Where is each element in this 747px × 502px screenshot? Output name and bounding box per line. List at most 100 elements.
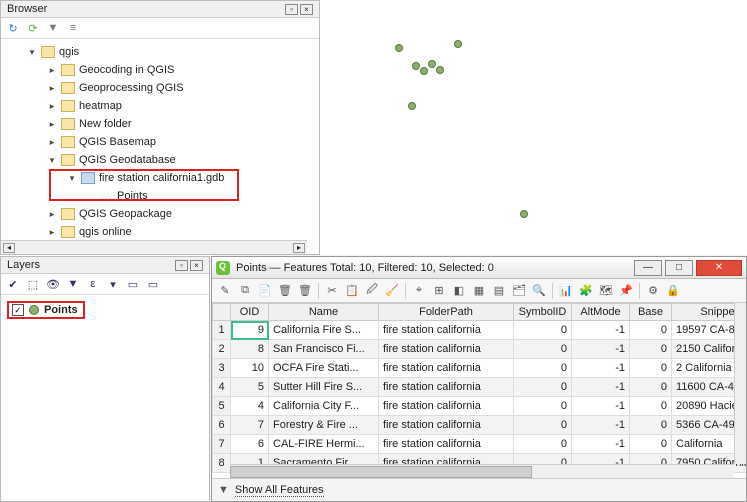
panel-close-button[interactable]: ×: [190, 260, 203, 271]
table-cell[interactable]: fire station california: [379, 359, 514, 378]
close-button[interactable]: ✕: [696, 260, 742, 276]
table-cell[interactable]: 8: [231, 340, 269, 359]
table-row[interactable]: 54California City F...fire station calif…: [213, 397, 747, 416]
table-row[interactable]: 28San Francisco Fi...fire station califo…: [213, 340, 747, 359]
toolbar-button[interactable]: 📌: [617, 282, 635, 300]
filter-icon[interactable]: ▼: [45, 20, 61, 36]
show-all-features-button[interactable]: Show All Features: [235, 484, 324, 497]
minimize-button[interactable]: —: [634, 260, 662, 276]
layer-item-points[interactable]: ✓ Points: [7, 301, 85, 319]
attribute-grid[interactable]: OIDNameFolderPathSymbolIDAltModeBaseSnip…: [212, 303, 746, 479]
column-header[interactable]: Name: [269, 304, 379, 321]
funnel-icon[interactable]: ▼: [218, 484, 229, 496]
tree-gdb[interactable]: fire station california1.gdb: [99, 169, 224, 187]
table-row[interactable]: 19California Fire S...fire station calif…: [213, 321, 747, 340]
toolbar-button[interactable]: ⬚: [25, 276, 41, 292]
toolbar-button[interactable]: ▭: [145, 276, 161, 292]
chevron-right-icon[interactable]: ▸: [47, 133, 57, 151]
table-cell[interactable]: -1: [572, 416, 630, 435]
refresh2-icon[interactable]: ⟳: [25, 20, 41, 36]
chevron-right-icon[interactable]: ▸: [47, 79, 57, 97]
table-cell[interactable]: fire station california: [379, 435, 514, 454]
toolbar-button[interactable]: ▾: [105, 276, 121, 292]
table-cell[interactable]: 0: [514, 359, 572, 378]
toolbar-button[interactable]: 🧹: [383, 282, 401, 300]
toolbar-button[interactable]: 📊: [557, 282, 575, 300]
column-header[interactable]: OID: [231, 304, 269, 321]
table-cell[interactable]: -1: [572, 397, 630, 416]
browser-h-scrollbar[interactable]: ◂ ▸: [1, 240, 307, 254]
table-cell[interactable]: 5: [231, 378, 269, 397]
tree-root[interactable]: qgis: [59, 43, 79, 61]
table-cell[interactable]: 6: [231, 435, 269, 454]
column-header[interactable]: Base: [630, 304, 672, 321]
table-cell[interactable]: 0: [630, 321, 672, 340]
table-cell[interactable]: Forestry & Fire ...: [269, 416, 379, 435]
map-point[interactable]: [395, 44, 403, 52]
table-cell[interactable]: San Francisco Fi...: [269, 340, 379, 359]
chevron-right-icon[interactable]: ▸: [47, 223, 57, 241]
toolbar-button[interactable]: ▤: [490, 282, 508, 300]
toolbar-button[interactable]: 🗑: [276, 282, 294, 300]
chevron-down-icon[interactable]: ▾: [67, 169, 77, 187]
table-cell[interactable]: 0: [514, 340, 572, 359]
map-point[interactable]: [412, 62, 420, 70]
map-canvas[interactable]: [320, 0, 747, 256]
chevron-right-icon[interactable]: ▸: [47, 97, 57, 115]
map-point[interactable]: [520, 210, 528, 218]
grid-v-scrollbar[interactable]: [734, 303, 746, 464]
toolbar-button[interactable]: 🖉: [363, 282, 381, 300]
tree-item[interactable]: Geocoding in QGIS: [79, 61, 174, 79]
chevron-right-icon[interactable]: ▸: [47, 115, 57, 133]
chevron-down-icon[interactable]: ▾: [47, 151, 57, 169]
table-cell[interactable]: 0: [514, 378, 572, 397]
scroll-right-icon[interactable]: ▸: [293, 243, 305, 253]
toolbar-button[interactable]: ⧉: [236, 282, 254, 300]
table-cell[interactable]: 0: [514, 321, 572, 340]
maximize-button[interactable]: □: [665, 260, 693, 276]
map-point[interactable]: [428, 60, 436, 68]
table-cell[interactable]: 10: [231, 359, 269, 378]
tree-item[interactable]: New folder: [79, 115, 132, 133]
panel-close-button[interactable]: ×: [300, 4, 313, 15]
tree-item[interactable]: QGIS Geopackage: [79, 205, 172, 223]
table-row[interactable]: 310OCFA Fire Stati...fire station califo…: [213, 359, 747, 378]
table-cell[interactable]: fire station california: [379, 397, 514, 416]
filter-icon[interactable]: ▼: [65, 276, 81, 292]
column-header[interactable]: AltMode: [572, 304, 630, 321]
scroll-left-icon[interactable]: ◂: [3, 243, 15, 253]
toolbar-button[interactable]: 📋: [343, 282, 361, 300]
table-cell[interactable]: 0: [630, 359, 672, 378]
toolbar-button[interactable]: 🗑: [296, 282, 314, 300]
toolbar-button[interactable]: ⊞: [430, 282, 448, 300]
tree-gdb-child[interactable]: Points: [117, 187, 148, 205]
tree-item[interactable]: qgis online: [79, 223, 132, 241]
table-cell[interactable]: fire station california: [379, 321, 514, 340]
tree-item[interactable]: Geoprocessing QGIS: [79, 79, 184, 97]
map-point[interactable]: [436, 66, 444, 74]
toolbar-button[interactable]: 🧩: [577, 282, 595, 300]
map-point[interactable]: [420, 67, 428, 75]
table-cell[interactable]: -1: [572, 359, 630, 378]
toolbar-button[interactable]: 🗺: [597, 282, 615, 300]
table-cell[interactable]: California City F...: [269, 397, 379, 416]
tree-item[interactable]: QGIS Geodatabase: [79, 151, 176, 169]
column-header[interactable]: SymbolID: [514, 304, 572, 321]
table-cell[interactable]: 0: [630, 416, 672, 435]
table-cell[interactable]: fire station california: [379, 378, 514, 397]
toolbar-button[interactable]: 🔒: [664, 282, 682, 300]
tree-item[interactable]: heatmap: [79, 97, 122, 115]
table-cell[interactable]: 9: [231, 321, 269, 340]
toolbar-button[interactable]: ⚙: [644, 282, 662, 300]
toolbar-button[interactable]: 🔍: [530, 282, 548, 300]
toolbar-button[interactable]: ▭: [125, 276, 141, 292]
table-cell[interactable]: fire station california: [379, 340, 514, 359]
table-cell[interactable]: -1: [572, 340, 630, 359]
table-cell[interactable]: -1: [572, 435, 630, 454]
table-row[interactable]: 45Sutter Hill Fire S...fire station cali…: [213, 378, 747, 397]
table-cell[interactable]: -1: [572, 321, 630, 340]
table-cell[interactable]: CAL-FIRE Hermi...: [269, 435, 379, 454]
column-header[interactable]: FolderPath: [379, 304, 514, 321]
eye-icon[interactable]: 👁: [45, 276, 61, 292]
grid-h-scrollbar[interactable]: [230, 464, 734, 478]
